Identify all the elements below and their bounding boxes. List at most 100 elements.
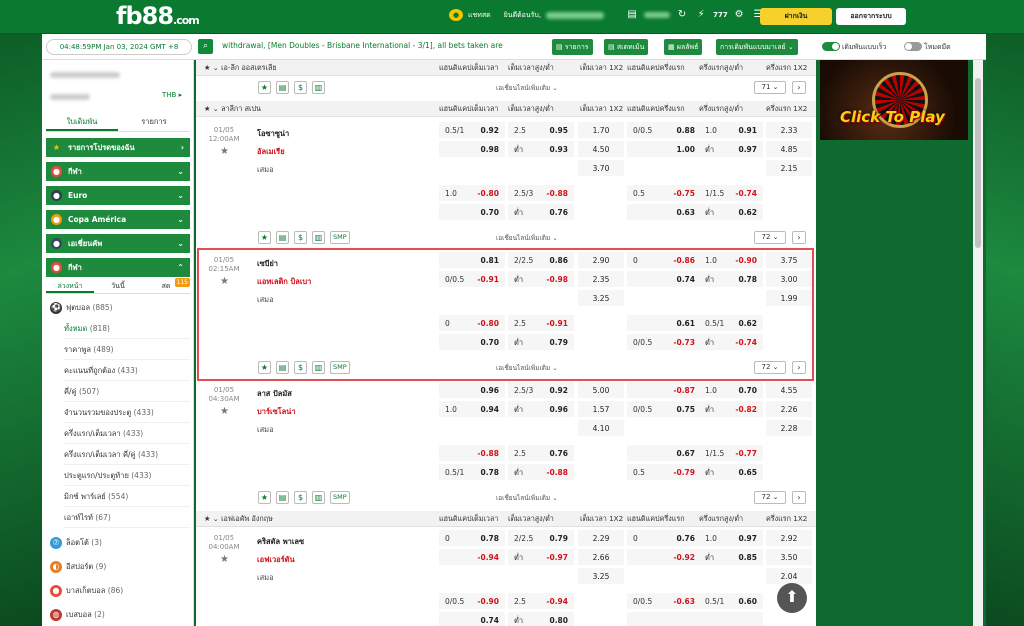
chevron-down-icon[interactable]: ⌄ [213,104,219,113]
more-markets-count[interactable]: 72 ⌄ [754,231,786,244]
stats-list-icon[interactable]: ▤ [276,491,289,504]
odds-cell[interactable]: 1.0 -0.80 [439,185,505,202]
sidebar-item-sports[interactable]: ● กีฬา ⌄ [46,162,190,181]
odds-cell[interactable]: 2/2.5 0.86 [508,252,574,269]
sidebar-item-copa-america[interactable]: ● Copa América ⌄ [46,210,190,229]
promo-777-icon[interactable]: 777 [713,9,728,21]
deposit-button[interactable]: ฝากเงิน [760,8,832,25]
odds-cell[interactable]: -0.92 [627,549,701,566]
scrollbar-thumb[interactable] [975,78,981,248]
sport-item[interactable]: ⑦ ล็อตโต้ (3) [46,533,190,553]
odds-cell[interactable]: -0.88 [439,445,505,462]
odds-cell[interactable]: 0/0.5 -0.73 [627,334,701,351]
odds-cell[interactable]: 0 -0.86 [627,252,701,269]
search-icon[interactable]: ⌕ [198,39,213,54]
odds-cell[interactable]: 3.25 [578,568,624,585]
sidebar-item-euro[interactable]: ● Euro ⌄ [46,186,190,205]
odds-cell[interactable]: 4.50 [578,141,624,158]
odds-cell[interactable]: 2.28 [766,420,812,437]
scroll-to-top-button[interactable]: ⬆ [777,583,807,613]
odds-cell[interactable]: ต่ำ -0.98 [508,271,574,288]
odds-cell[interactable]: -0.87 [627,382,701,399]
chevron-down-icon[interactable]: ⌄ [213,63,219,72]
stats-list-icon[interactable]: ▤ [276,231,289,244]
more-bets-link[interactable]: เอเชี่ยนไลน์เพิ่มเติม ⌄ [496,363,558,373]
star-icon[interactable]: ★ [204,104,210,113]
tab-today[interactable]: วันนี้ [94,278,142,293]
scrollbar[interactable] [973,60,983,626]
odds-cell[interactable]: 1/1.5 -0.74 [699,185,763,202]
chat-icon[interactable]: ● [449,9,463,21]
announcement-ticker[interactable]: withdrawal, [Men Doubles - Brisbane Inte… [222,41,542,50]
odds-cell[interactable]: ต่ำ -0.97 [508,549,574,566]
league-header[interactable]: ★ ⌄ เอ-ลีก ออสเตรเลีย แฮนดิแคปเต็มเวลา เต็… [196,60,816,76]
sidebar-balance-value[interactable]: THB ▸ [162,91,182,99]
odds-cell[interactable]: ต่ำ -0.74 [699,334,763,351]
favorite-star-icon[interactable]: ★ [220,146,229,157]
odds-cell[interactable]: ต่ำ 0.85 [699,549,763,566]
odds-cell[interactable]: 0.96 [439,382,505,399]
odds-cell[interactable]: 2.29 [578,530,624,547]
star-icon[interactable]: ★ [258,231,271,244]
more-bets-link[interactable]: เอเชี่ยนไลน์เพิ่มเติม ⌄ [496,493,558,503]
odds-cell[interactable]: 2.90 [578,252,624,269]
odds-cell[interactable]: 1.0 0.91 [699,122,763,139]
sidebar-subitem[interactable]: ครึ่งแรก/เต็มเวลา คี่/คู่ (433) [64,445,190,465]
odds-cell[interactable]: 2.5/3 -0.88 [508,185,574,202]
casino-banner-ad[interactable]: Click To Play [820,60,968,140]
odds-cell[interactable]: 1.0 0.70 [699,382,763,399]
odds-cell[interactable]: ต่ำ 0.80 [508,612,574,626]
sport-item[interactable]: ● บาสเก็ตบอล (86) [46,581,190,601]
odds-cell[interactable]: 0.63 [627,204,701,221]
smp-button[interactable]: SMP [330,491,350,504]
sidebar-subitem[interactable]: คะแนนที่ถูกต้อง (433) [64,361,190,381]
stats-list-icon[interactable]: ▤ [276,81,289,94]
sidebar-subitem[interactable]: ทั้งหมด (818) [64,319,190,339]
odds-cell[interactable]: 0 -0.80 [439,315,505,332]
odds-cell[interactable]: 0.67 [627,445,701,462]
favorite-star-icon[interactable]: ★ [220,554,229,565]
more-markets-count[interactable]: 72 ⌄ [754,361,786,374]
odds-cell[interactable]: 0.5/1 0.60 [699,593,763,610]
odds-cell[interactable]: 2.15 [766,160,812,177]
sport-item[interactable]: ◍ เบสบอล (2) [46,605,190,625]
odds-cell[interactable]: 0 0.78 [439,530,505,547]
bar-chart-icon[interactable]: ▥ [312,81,325,94]
dark-mode-toggle[interactable] [904,42,922,51]
sidebar-subitem[interactable]: คี่/คู่ (507) [64,382,190,402]
sidebar-subitem[interactable]: จำนวนรวมของประตู (433) [64,403,190,423]
star-icon[interactable]: ★ [258,491,271,504]
odds-cell[interactable]: 2.5 0.76 [508,445,574,462]
odds-cell[interactable] [627,612,701,626]
favorite-star-icon[interactable]: ★ [220,406,229,417]
tab-live[interactable]: สด 115 [142,278,190,293]
odds-cell[interactable]: ต่ำ 0.62 [699,204,763,221]
star-icon[interactable]: ★ [204,514,210,523]
league-header[interactable]: ★ ⌄ เอฟเอคัพ อังกฤษ แฮนดิแคปเต็มเวลา เต็มเ… [196,511,816,527]
odds-cell[interactable]: 3.00 [766,271,812,288]
tab-bet-list[interactable]: รายการ [118,112,190,131]
odds-cell[interactable]: 0.81 [439,252,505,269]
odds-cell[interactable]: 0.98 [439,141,505,158]
odds-cell[interactable]: 1.00 [627,141,701,158]
odds-cell[interactable]: ต่ำ 0.97 [699,141,763,158]
sidebar-subitem[interactable]: ราคาพูล (489) [64,340,190,360]
odds-cell[interactable]: 0.74 [627,271,701,288]
sidebar-item-sports-expanded[interactable]: ● กีฬา ⌃ [46,258,190,277]
favorite-star-icon[interactable]: ★ [220,276,229,287]
odds-cell[interactable]: 0.74 [439,612,505,626]
chevron-down-icon[interactable]: ⌄ [213,514,219,523]
fb88-logo[interactable]: fb88.com [116,2,200,30]
odds-cell[interactable]: 0.70 [439,204,505,221]
sport-football[interactable]: ⚽ ฟุตบอล (885) [46,298,190,318]
more-bets-link[interactable]: เอเชี่ยนไลน์เพิ่มเติม ⌄ [496,233,558,243]
lightning-icon[interactable]: ⚡ [694,9,708,21]
chevron-right-icon[interactable]: › [792,491,806,504]
more-bets-link[interactable]: เอเชี่ยนไลน์เพิ่มเติม ⌄ [496,83,558,93]
odds-cell[interactable]: 0.5/1 0.62 [699,315,763,332]
sidebar-item-favorites[interactable]: ★ รายการโปรดของฉัน › [46,138,190,157]
odds-cell[interactable]: 3.70 [578,160,624,177]
smp-button[interactable]: SMP [330,361,350,374]
dollar-icon[interactable]: $ [294,491,307,504]
odds-cell[interactable]: 0.5/1 0.78 [439,464,505,481]
